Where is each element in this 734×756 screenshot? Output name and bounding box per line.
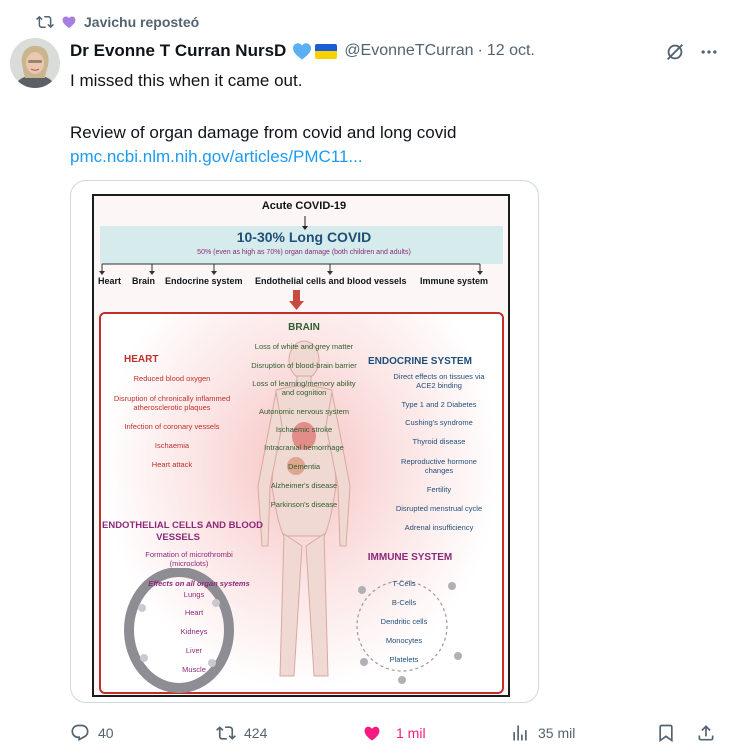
infographic-connectors	[99, 216, 483, 310]
reply-icon	[71, 724, 89, 741]
reply-count: 40	[98, 725, 114, 741]
bookmark-icon	[659, 724, 673, 743]
author-name[interactable]: Dr Evonne T Curran NursD	[70, 41, 286, 61]
branch-endothelial: Endothelial cells and blood vessels	[255, 276, 407, 286]
endocrine-item: Disrupted menstrual cycle	[395, 504, 483, 513]
endothelial-item: (microclots)	[169, 559, 209, 568]
organ-item: Muscle	[182, 665, 206, 674]
endocrine-item: Direct effects on tissues via	[393, 372, 485, 381]
organ-item: Heart	[184, 608, 204, 617]
endothelial-title: VESSELS	[156, 532, 200, 543]
organ-item: Liver	[185, 646, 203, 655]
blue-heart-icon	[293, 43, 312, 60]
immune-item: B-Cells	[391, 598, 417, 607]
like-button[interactable]: 1 mil	[362, 720, 426, 746]
brain-item: and cognition	[281, 388, 327, 397]
infographic: Acute COVID-19 10-30% Long COVID 50% (ev…	[92, 194, 510, 697]
brain-item: Alzheimer's disease	[270, 481, 338, 490]
figure-banner-title: 10-30% Long COVID	[236, 229, 372, 245]
endocrine-item: Adrenal insufficiency	[404, 523, 474, 532]
endocrine-item: Reproductive hormone	[401, 457, 477, 466]
heart-item: Infection of coronary vessels	[124, 422, 220, 431]
share-icon	[698, 725, 714, 741]
brain-item: Disruption of blood-brain barrier	[251, 361, 357, 370]
brain-item: Parkinson's disease	[270, 500, 338, 509]
repost-icon	[216, 726, 236, 740]
endothelial-item: Formation of microthrombi	[145, 550, 233, 559]
endocrine-item: Cushing's syndrome	[405, 418, 473, 427]
ukraine-flag-icon	[315, 43, 338, 59]
separator-dot: ·	[477, 42, 483, 59]
views-count: 35 mil	[538, 725, 576, 741]
tweet-line-2: Review of organ damage from covid and lo…	[70, 123, 457, 142]
reply-button[interactable]: 40	[70, 720, 114, 746]
endocrine-title: ENDOCRINE SYSTEM	[368, 356, 472, 367]
brain-item: Ischaemic stroke	[275, 425, 333, 434]
repost-label[interactable]: Javichu reposteó	[84, 14, 199, 30]
endocrine-item: Type 1 and 2 Diabetes	[401, 400, 477, 409]
immune-item: T-Cells	[392, 579, 416, 588]
immune-item: Monocytes	[385, 636, 423, 645]
bookmark-button[interactable]	[656, 720, 676, 746]
endocrine-item: changes	[424, 466, 454, 475]
repost-icon	[36, 15, 54, 29]
endothelial-subtitle: Effects on all organ systems	[148, 579, 250, 588]
heart-item: Heart attack	[151, 460, 193, 469]
endothelial-title: ENDOTHELIAL CELLS AND BLOOD	[102, 520, 263, 531]
heart-item: Ischaemia	[154, 441, 190, 450]
branch-endocrine: Endocrine system	[165, 276, 243, 286]
views-icon	[513, 725, 527, 741]
media-card[interactable]: Acute COVID-19 10-30% Long COVID 50% (ev…	[70, 180, 539, 703]
organ-item: Lungs	[183, 590, 205, 599]
immune-item: Platelets	[389, 655, 419, 664]
purple-heart-icon	[62, 16, 76, 29]
tweet-date[interactable]: 12 oct.	[487, 42, 535, 60]
avatar-image	[10, 38, 60, 88]
brain-item: Loss of white and grey matter	[254, 342, 354, 351]
repost-count: 424	[244, 725, 268, 741]
tweet-header: Dr Evonne T Curran NursD @EvonneTCurran …	[70, 39, 535, 63]
repost-indicator[interactable]: Javichu reposteó	[36, 11, 199, 33]
endocrine-item: ACE2 binding	[416, 381, 462, 390]
organ-item: Kidneys	[180, 627, 208, 636]
tweet-line-1: I missed this when it came out.	[70, 71, 303, 90]
share-button[interactable]	[696, 720, 716, 746]
more-options-icon[interactable]	[698, 42, 720, 62]
heart-title: HEART	[124, 354, 159, 365]
tweet-text: I missed this when it came out. Review o…	[70, 68, 457, 146]
brain-item: Loss of learning/memory ability	[252, 379, 356, 388]
heart-item: Reduced blood oxygen	[133, 374, 211, 383]
endocrine-item: Fertility	[426, 485, 452, 494]
tweet-link[interactable]: pmc.ncbi.nlm.nih.gov/articles/PMC11...	[70, 144, 363, 170]
action-bar: 40 424 1 mil 35 mil	[70, 720, 720, 746]
repost-button[interactable]: 424	[216, 720, 267, 746]
heart-item: atherosclerotic plaques	[133, 403, 211, 412]
figure-top-title: Acute COVID-19	[261, 200, 347, 212]
branch-heart: Heart	[98, 276, 122, 286]
endocrine-item: Thyroid disease	[412, 437, 466, 446]
avatar[interactable]	[10, 38, 60, 88]
brain-item: Autonomic nervous system	[258, 407, 350, 416]
immune-item: Dendritic cells	[380, 617, 428, 626]
heart-item: Disruption of chronically inflammed	[113, 394, 231, 403]
views-button[interactable]: 35 mil	[510, 720, 575, 746]
immune-title: IMMUNE SYSTEM	[367, 552, 453, 563]
brain-title: BRAIN	[288, 322, 320, 333]
like-count: 1 mil	[396, 725, 426, 741]
branch-immune: Immune system	[420, 276, 489, 286]
figure-banner-subtitle: 50% (even as high as 70%) organ damage (…	[197, 249, 411, 256]
branch-brain: Brain	[132, 276, 156, 286]
author-handle[interactable]: @EvonneTCurran	[344, 42, 473, 60]
brain-item: Intracranial hemorrhage	[264, 443, 344, 452]
grok-icon[interactable]	[664, 41, 686, 63]
brain-item: Dementia	[287, 462, 321, 471]
heart-icon	[364, 726, 380, 741]
